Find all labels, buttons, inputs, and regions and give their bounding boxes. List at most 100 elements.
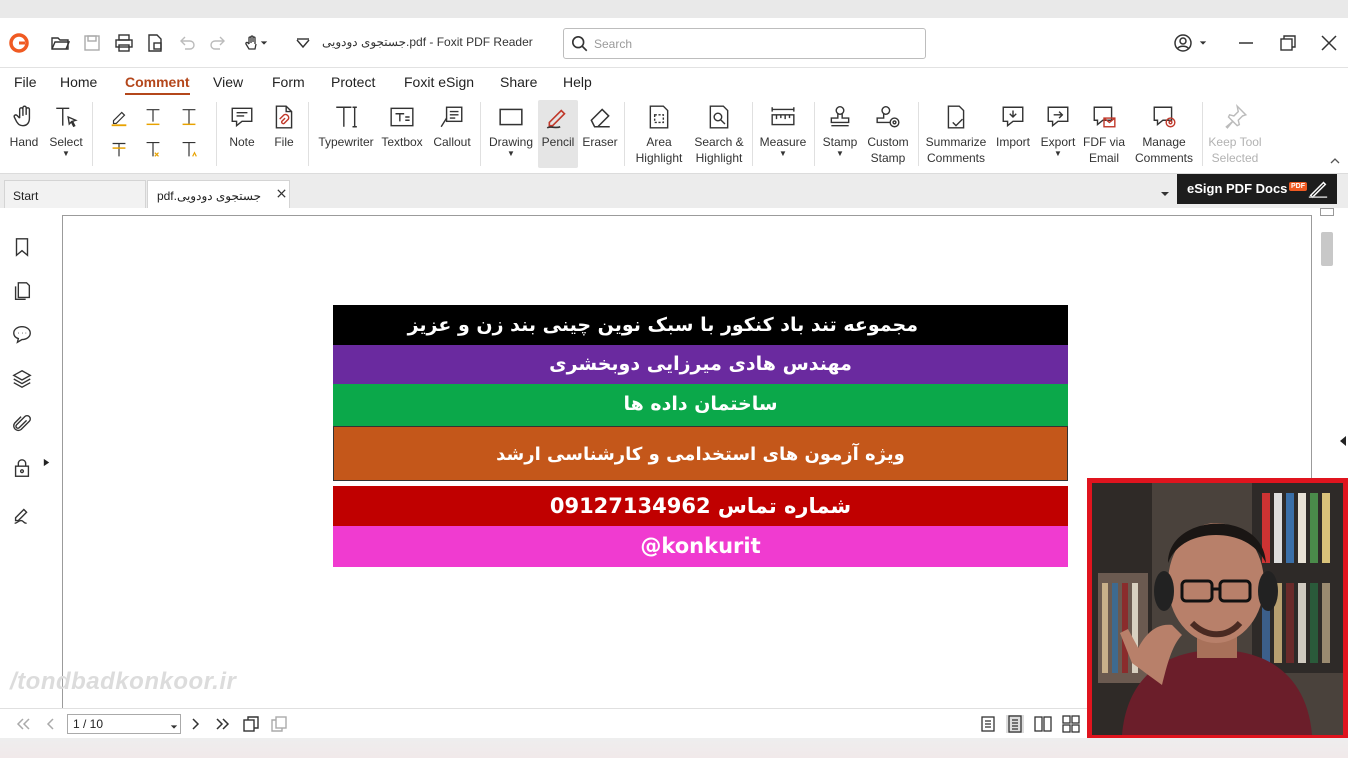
eraser-button[interactable]: Eraser (582, 100, 618, 150)
tab-list-chevron-down-icon[interactable] (1160, 186, 1172, 198)
file-label: File (274, 135, 294, 149)
title-bar: جستجوی دودویی.pdf - Foxit PDF Reader (0, 18, 1348, 68)
tab-start[interactable]: Start (4, 180, 146, 208)
save-icon[interactable] (79, 30, 105, 56)
account-chevron-down-icon[interactable] (1196, 30, 1210, 56)
continuous-view-icon[interactable] (1006, 715, 1024, 733)
collapse-ribbon-icon[interactable] (1329, 154, 1343, 168)
menu-home[interactable]: Home (60, 74, 97, 90)
doc-band-audience: ویژه آزمون های استخدامی و کارشناسی ارشد (333, 426, 1068, 481)
select-label: Select (49, 135, 83, 149)
security-lock-icon[interactable] (11, 457, 33, 479)
next-view-icon[interactable] (270, 715, 288, 733)
select-tool-button[interactable]: Select ▼ (48, 100, 84, 158)
textbox-button[interactable]: Textbox (380, 100, 424, 150)
scroll-thumb[interactable] (1321, 232, 1333, 266)
print-icon[interactable] (111, 30, 137, 56)
page-indicator: 1 / 10 (73, 717, 104, 731)
ribbon-separator (308, 102, 309, 166)
comments-panel-icon[interactable] (11, 323, 33, 345)
replace-text-icon[interactable] (140, 136, 166, 162)
esign-promo-button[interactable]: eSign PDF Docs PDF (1177, 174, 1337, 204)
search-highlight-button[interactable]: Search & Highlight (690, 100, 748, 166)
search-icon (571, 35, 589, 53)
last-page-icon[interactable] (214, 715, 232, 733)
create-pdf-icon[interactable] (142, 30, 168, 56)
first-page-icon[interactable] (14, 715, 32, 733)
hand-tool-button[interactable]: Hand (8, 100, 40, 150)
foxit-logo-icon[interactable] (6, 30, 32, 56)
menu-share[interactable]: Share (500, 74, 537, 90)
fdf-via-email-button[interactable]: FDF via Email (1082, 100, 1126, 166)
restore-icon[interactable] (1275, 30, 1301, 56)
import-button[interactable]: Import (992, 100, 1034, 150)
signature-icon[interactable] (11, 504, 33, 526)
menu-file[interactable]: File (14, 74, 37, 90)
single-page-view-icon[interactable] (979, 715, 997, 733)
stamp-chevron-down-icon: ▼ (836, 149, 844, 158)
insert-text-icon[interactable] (176, 136, 202, 162)
tab-start-label: Start (13, 189, 39, 203)
attachments-icon[interactable] (11, 413, 33, 435)
search-box[interactable] (563, 28, 926, 59)
undo-icon[interactable] (174, 30, 200, 56)
scroll-up-button[interactable] (1320, 208, 1334, 216)
menu-view[interactable]: View (213, 74, 243, 90)
underline-text-icon[interactable] (140, 104, 166, 130)
tab-close-icon[interactable] (275, 188, 287, 200)
hand-icon (9, 100, 39, 134)
manage-comments-button[interactable]: Manage Comments (1130, 100, 1198, 166)
area-highlight-icon (644, 100, 674, 134)
tab-document[interactable]: جستجوی دودویی.pdf (147, 180, 290, 208)
file-attachment-button[interactable]: File (268, 100, 300, 150)
summarize-comments-button[interactable]: Summarize Comments (924, 100, 988, 166)
open-folder-icon[interactable] (47, 30, 73, 56)
custom-stamp-button[interactable]: Custom Stamp (864, 100, 912, 166)
export-button[interactable]: Export ▼ (1038, 100, 1078, 158)
menu-protect[interactable]: Protect (331, 74, 375, 90)
doc-band-contact: شماره تماس 09127134962 (333, 486, 1068, 526)
menu-form[interactable]: Form (272, 74, 305, 90)
highlight-icon[interactable] (106, 104, 132, 130)
webcam-overlay (1087, 478, 1348, 740)
ribbon-separator (752, 102, 753, 166)
select-chevron-down-icon: ▼ (62, 149, 70, 158)
continuous-facing-view-icon[interactable] (1062, 715, 1080, 733)
search-input[interactable] (594, 35, 914, 53)
drawing-button[interactable]: Drawing ▼ (488, 100, 534, 158)
layers-icon[interactable] (11, 368, 33, 390)
watermark-text: /tondbadkonkoor.ir (10, 668, 237, 695)
menu-help[interactable]: Help (563, 74, 592, 90)
import-icon (998, 100, 1028, 134)
facing-view-icon[interactable] (1034, 715, 1052, 733)
pencil-button[interactable]: Pencil (538, 100, 578, 168)
measure-button[interactable]: Measure ▼ (758, 100, 808, 158)
redo-icon[interactable] (205, 30, 231, 56)
expand-panel-icon[interactable] (42, 454, 52, 467)
right-panel-toggle-icon[interactable] (1339, 434, 1347, 446)
squiggly-text-icon[interactable] (106, 136, 132, 162)
bookmark-icon[interactable] (11, 236, 33, 258)
customize-toolbar-icon[interactable] (290, 30, 316, 56)
minimize-icon[interactable] (1233, 30, 1259, 56)
stamp-button[interactable]: Stamp ▼ (820, 100, 860, 158)
previous-view-icon[interactable] (242, 715, 260, 733)
callout-button[interactable]: Callout (430, 100, 474, 150)
note-button[interactable]: Note (226, 100, 258, 150)
pages-icon[interactable] (11, 280, 33, 302)
area-highlight-label-1: Area (646, 135, 672, 149)
strikeout-text-icon[interactable] (176, 104, 202, 130)
page-number-input[interactable]: 1 / 10 (67, 714, 181, 734)
next-page-icon[interactable] (186, 715, 204, 733)
typewriter-button[interactable]: Typewriter (316, 100, 376, 150)
summarize-comments-icon (941, 100, 971, 134)
menu-comment[interactable]: Comment (125, 74, 190, 95)
menu-foxit-esign[interactable]: Foxit eSign (404, 74, 474, 90)
chevron-down-icon[interactable] (257, 30, 271, 56)
keep-tool-selected-button[interactable]: Keep Tool Selected (1206, 100, 1264, 166)
typewriter-label: Typewriter (318, 135, 374, 149)
close-icon[interactable] (1316, 30, 1342, 56)
account-icon[interactable] (1170, 30, 1196, 56)
area-highlight-button[interactable]: Area Highlight (632, 100, 686, 166)
previous-page-icon[interactable] (42, 715, 60, 733)
